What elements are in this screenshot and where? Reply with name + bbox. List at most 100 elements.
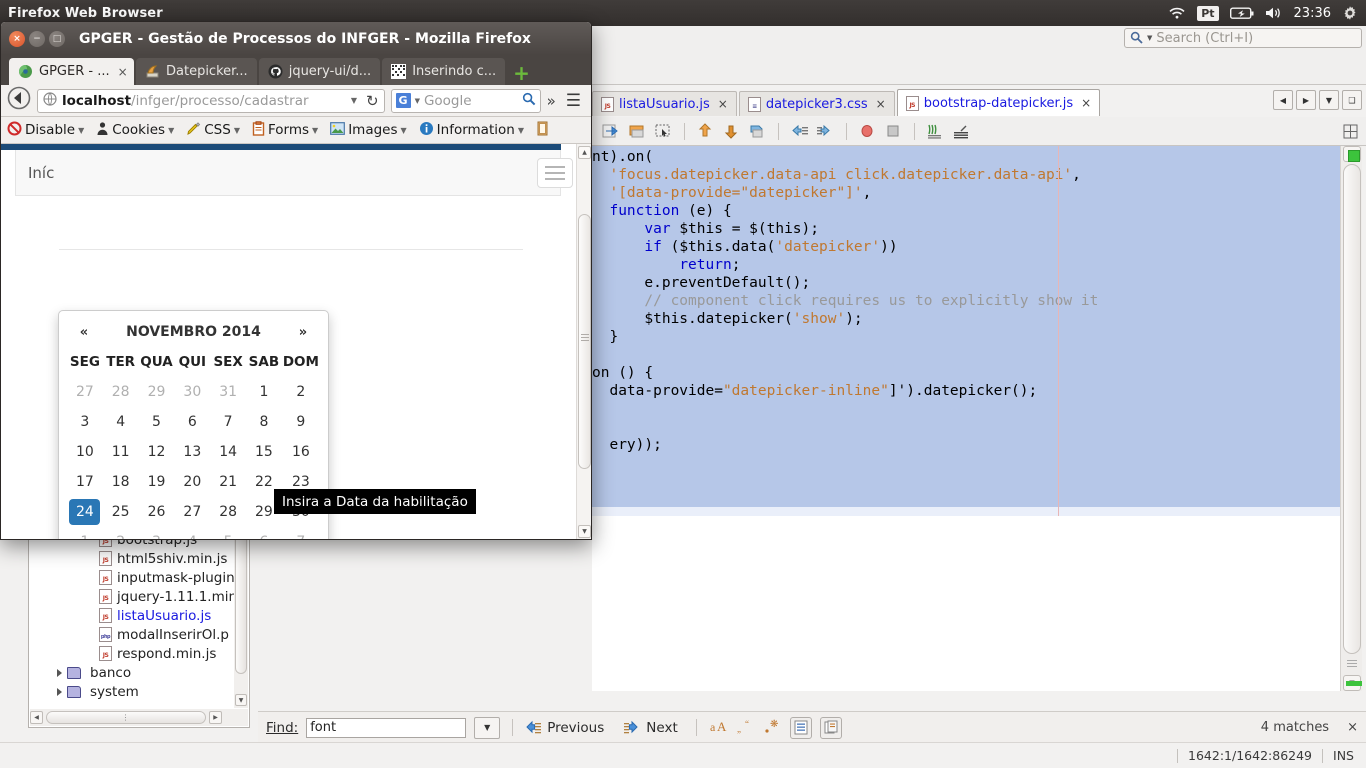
tree-item-banco[interactable]: banco (29, 663, 249, 682)
datepicker-day-cell[interactable]: 3 (139, 527, 175, 539)
datepicker-day-cell[interactable]: 19 (139, 467, 175, 497)
datepicker-day-cell[interactable]: 20 (174, 467, 210, 497)
tree-horizontal-scrollbar[interactable]: ◀ ⋮ ▶ (30, 709, 248, 726)
editor-tab-controls[interactable]: ◀ ▶ ▼ ❑ (1273, 90, 1362, 110)
datepicker-day-cell[interactable]: 26 (139, 497, 175, 527)
datepicker-day-cell[interactable]: 29 (139, 377, 175, 407)
scrollbar-thumb[interactable] (235, 534, 247, 674)
devbar-information[interactable]: Information ▼ (419, 121, 524, 140)
datepicker-day-cell[interactable]: 5 (139, 407, 175, 437)
datepicker-day-cell[interactable]: 21 (210, 467, 246, 497)
tab-next-button[interactable]: ▶ (1296, 90, 1316, 110)
back-arrow-icon[interactable] (7, 86, 31, 115)
scroll-left-icon[interactable]: ◀ (30, 711, 43, 724)
datepicker-day-cell[interactable]: 6 (246, 527, 282, 539)
datepicker-day-cell[interactable]: 30 (174, 377, 210, 407)
record-macro-icon[interactable] (858, 122, 877, 141)
url-bar[interactable]: localhost/infger/processo/cadastrar ▼ ↻ (37, 88, 385, 113)
window-close-button[interactable]: × (9, 30, 25, 47)
scrollbar-thumb[interactable] (1343, 164, 1361, 654)
find-history-dropdown[interactable]: ▼ (474, 716, 501, 739)
datepicker-day-cell[interactable]: 11 (103, 437, 139, 467)
datepicker-day-cell[interactable]: 28 (210, 497, 246, 527)
chevron-down-icon[interactable]: ▼ (168, 126, 174, 135)
datepicker-header[interactable]: « NOVEMBRO 2014 » (67, 317, 320, 347)
site-identity-icon[interactable] (43, 91, 57, 110)
tree-item-html5shiv[interactable]: html5shiv.min.js (29, 549, 249, 568)
datepicker-prev-month[interactable]: « (73, 325, 95, 340)
datepicker-day-cell[interactable]: 4 (103, 407, 139, 437)
window-maximize-button[interactable]: □ (49, 30, 65, 47)
web-developer-toolbar[interactable]: Disable ▼ Cookies ▼ CSS ▼ Forms ▼ Images… (1, 117, 591, 144)
search-icon[interactable] (522, 92, 536, 110)
devbar-forms[interactable]: Forms ▼ (252, 120, 318, 140)
datepicker-day-cell[interactable]: 1 (67, 527, 103, 539)
gear-icon[interactable] (1342, 5, 1358, 21)
datepicker-day-cell[interactable]: 28 (103, 377, 139, 407)
code-editor-area[interactable]: nt).on( 'focus.datepicker.data-api click… (592, 146, 1340, 516)
whole-words-icon[interactable]: „ “ (736, 718, 755, 737)
grid-icon[interactable] (1341, 122, 1360, 141)
firefox-tab-bar[interactable]: GPGER - ... × Datepicker... jquery-ui/d.… (1, 55, 591, 85)
format-icon[interactable] (926, 122, 945, 141)
chevron-down-icon[interactable]: ▼ (518, 126, 524, 135)
tree-item-inputmask[interactable]: inputmask-plugin (29, 568, 249, 587)
scrollbar-thumb[interactable]: ⋮ (46, 711, 206, 724)
devbar-cookies[interactable]: Cookies ▼ (96, 121, 174, 140)
editor-vertical-scrollbar[interactable]: ▲ ▼ (1340, 146, 1362, 691)
scroll-right-icon[interactable]: ▶ (209, 711, 222, 724)
chevron-down-icon[interactable]: ▼ (78, 126, 84, 135)
close-icon[interactable]: × (118, 65, 128, 79)
datepicker-day-cell[interactable]: 31 (210, 377, 246, 407)
close-icon[interactable]: × (718, 97, 728, 111)
expand-triangle-icon[interactable] (57, 668, 62, 677)
keyboard-layout-indicator[interactable]: Pt (1197, 5, 1219, 21)
browser-tab-inserindo[interactable]: Inserindo c... (382, 58, 506, 85)
find-close-button[interactable]: × (1347, 720, 1358, 735)
page-menu-toggle[interactable] (537, 158, 573, 188)
datepicker-body[interactable]: 27 28 29 30 31 1 2 3 4 5 6 7 8 9 10 11 12 13 14 15 16 17 18 19 2… (67, 377, 320, 539)
ide-search-box[interactable]: ▼ Search (Ctrl+I) (1124, 28, 1362, 48)
scroll-up-icon[interactable]: ▲ (578, 146, 591, 159)
browser-tab-datepicker[interactable]: Datepicker... (136, 58, 257, 85)
volume-icon[interactable] (1265, 6, 1283, 20)
toggle-bookmark-icon[interactable] (748, 122, 767, 141)
datepicker-day-cell[interactable]: 18 (103, 467, 139, 497)
datepicker-day-cell[interactable]: 7 (210, 407, 246, 437)
page-vertical-scrollbar[interactable]: ▲ ▼ (576, 144, 591, 539)
devbar-resize-icon[interactable] (536, 121, 549, 140)
firefox-navigation-bar[interactable]: localhost/infger/processo/cadastrar ▼ ↻ … (1, 85, 591, 117)
datepicker-title[interactable]: NOVEMBRO 2014 (126, 324, 261, 340)
datepicker-day-cell[interactable]: 27 (67, 377, 103, 407)
datepicker-day-cell[interactable]: 12 (139, 437, 175, 467)
datepicker-day-cell[interactable]: 27 (174, 497, 210, 527)
clock[interactable]: 23:36 (1294, 6, 1331, 21)
datepicker-day-cell[interactable]: 6 (174, 407, 210, 437)
search-bar[interactable]: G ▼ Google (390, 88, 541, 113)
expand-triangle-icon[interactable] (57, 687, 62, 696)
tab-maximize-button[interactable]: ❑ (1342, 90, 1362, 110)
find-input[interactable] (306, 717, 467, 738)
tab-prev-button[interactable]: ◀ (1273, 90, 1293, 110)
tree-item-jquery[interactable]: jquery-1.11.1.min (29, 587, 249, 606)
devbar-css[interactable]: CSS ▼ (186, 121, 240, 140)
overflow-button[interactable]: » (547, 92, 556, 110)
tree-item-respond[interactable]: respond.min.js (29, 644, 249, 663)
find-previous-button[interactable]: Previous (525, 720, 604, 736)
last-edit-icon[interactable] (602, 122, 621, 141)
panel-app-name[interactable]: Firefox Web Browser (8, 6, 163, 21)
chevron-down-icon[interactable]: ▼ (312, 126, 318, 135)
align-icon[interactable] (952, 122, 971, 141)
datepicker-day-cell[interactable]: 2 (282, 377, 320, 407)
datepicker-day-cell[interactable]: 7 (282, 527, 320, 539)
hamburger-menu-icon[interactable]: ☰ (562, 91, 585, 111)
page-content[interactable]: Iníc 24/11/2014 Andamento CONCLUÍDO ▲ ▲ … (1, 144, 591, 539)
battery-icon[interactable] (1229, 7, 1254, 20)
editor-tab-listausuario[interactable]: listaUsuario.js × (592, 91, 737, 116)
tab-list-button[interactable]: ▼ (1319, 90, 1339, 110)
stop-macro-icon[interactable] (884, 122, 903, 141)
find-bar[interactable]: Find: ▼ Previous Next aA „“ ❋ 4 matches … (258, 711, 1366, 744)
firefox-window[interactable]: × − □ GPGER - Gestão de Processos do INF… (0, 21, 592, 540)
datepicker-day-cell[interactable]: 9 (282, 407, 320, 437)
datepicker-day-cell[interactable]: 2 (103, 527, 139, 539)
